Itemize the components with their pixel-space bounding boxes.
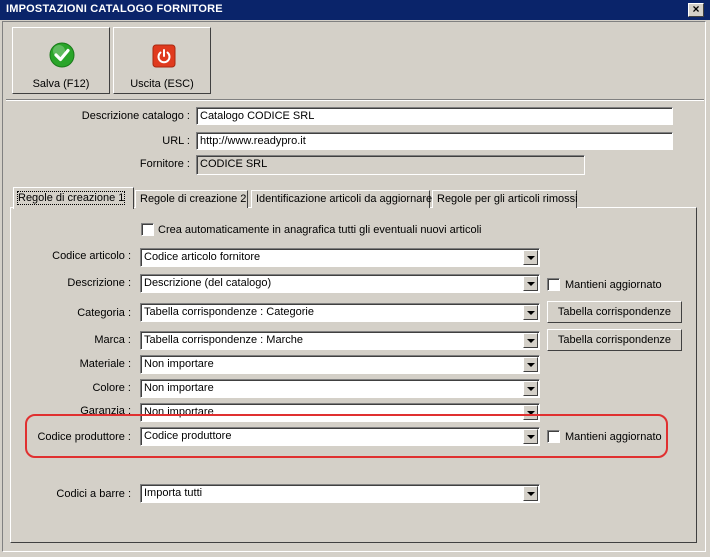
- select-value: Descrizione (del catalogo): [144, 277, 272, 289]
- chevron-down-icon[interactable]: [523, 333, 538, 348]
- tab-label: Identificazione articoli da aggiornare: [256, 193, 433, 205]
- codici-a-barre-select[interactable]: Importa tutti: [140, 484, 540, 503]
- descrizione-catalogo-input[interactable]: Catalogo CODICE SRL: [196, 107, 673, 125]
- url-label: URL :: [162, 135, 190, 147]
- tab-regole-creazione-2[interactable]: Regole di creazione 2: [135, 190, 248, 208]
- toolbar-separator: [6, 99, 704, 101]
- chevron-down-icon[interactable]: [523, 486, 538, 501]
- url-input[interactable]: http://www.readypro.it: [196, 132, 673, 150]
- select-value: Tabella corrispondenze : Marche: [144, 334, 303, 346]
- marca-tabella-button[interactable]: Tabella corrispondenze: [547, 329, 682, 351]
- chevron-down-icon[interactable]: [523, 381, 538, 396]
- select-value: Tabella corrispondenze : Categorie: [144, 306, 314, 318]
- fornitore-label: Fornitore :: [139, 158, 190, 170]
- descrizione-mantieni-checkbox[interactable]: [547, 278, 560, 291]
- descrizione-select[interactable]: Descrizione (del catalogo): [140, 274, 540, 293]
- power-icon: [152, 44, 176, 68]
- exit-button[interactable]: Uscita (ESC): [113, 27, 211, 94]
- categoria-select[interactable]: Tabella corrispondenze : Categorie: [140, 303, 540, 322]
- descrizione-label: Descrizione :: [67, 277, 131, 289]
- check-icon: [49, 42, 75, 68]
- select-value: Non importare: [144, 358, 214, 370]
- fornitore-field: CODICE SRL: [196, 155, 585, 175]
- materiale-select[interactable]: Non importare: [140, 355, 540, 374]
- marca-label: Marca :: [94, 334, 131, 346]
- select-value: Non importare: [144, 382, 214, 394]
- tab-regole-articoli-rimossi[interactable]: Regole per gli articoli rimossi: [432, 190, 578, 208]
- codice-articolo-label: Codice articolo :: [52, 250, 131, 262]
- descrizione-mantieni-label: Mantieni aggiornato: [565, 279, 662, 291]
- tab-identificazione-articoli[interactable]: Identificazione articoli da aggiornare: [251, 190, 433, 208]
- save-button[interactable]: Salva (F12): [12, 27, 110, 94]
- codici-a-barre-label: Codici a barre :: [56, 488, 131, 500]
- close-button[interactable]: ×: [688, 3, 704, 17]
- auto-create-label: Crea automaticamente in anagrafica tutti…: [158, 224, 482, 236]
- chevron-down-icon[interactable]: [523, 305, 538, 320]
- window-title: IMPOSTAZIONI CATALOGO FORNITORE: [6, 3, 223, 15]
- codice-articolo-select[interactable]: Codice articolo fornitore: [140, 248, 540, 267]
- colore-label: Colore :: [92, 382, 131, 394]
- exit-button-label: Uscita (ESC): [130, 78, 194, 90]
- select-value: Codice articolo fornitore: [144, 251, 261, 263]
- chevron-down-icon[interactable]: [523, 276, 538, 291]
- tab-regole-creazione-1[interactable]: Regole di creazione 1: [13, 187, 134, 209]
- tab-label: Regole di creazione 2: [140, 193, 247, 205]
- categoria-label: Categoria :: [77, 307, 131, 319]
- categoria-tabella-button[interactable]: Tabella corrispondenze: [547, 301, 682, 323]
- tab-label: Regole per gli articoli rimossi: [437, 193, 578, 205]
- select-value: Importa tutti: [144, 487, 203, 499]
- colore-select[interactable]: Non importare: [140, 379, 540, 398]
- chevron-down-icon[interactable]: [523, 250, 538, 265]
- chevron-down-icon[interactable]: [523, 357, 538, 372]
- auto-create-checkbox[interactable]: [141, 223, 154, 236]
- save-button-label: Salva (F12): [32, 78, 90, 90]
- highlight-annotation: [25, 414, 668, 458]
- tab-label: Regole di creazione 1: [16, 191, 126, 205]
- marca-select[interactable]: Tabella corrispondenze : Marche: [140, 331, 540, 350]
- descrizione-catalogo-label: Descrizione catalogo :: [81, 110, 190, 122]
- materiale-label: Materiale :: [79, 358, 131, 370]
